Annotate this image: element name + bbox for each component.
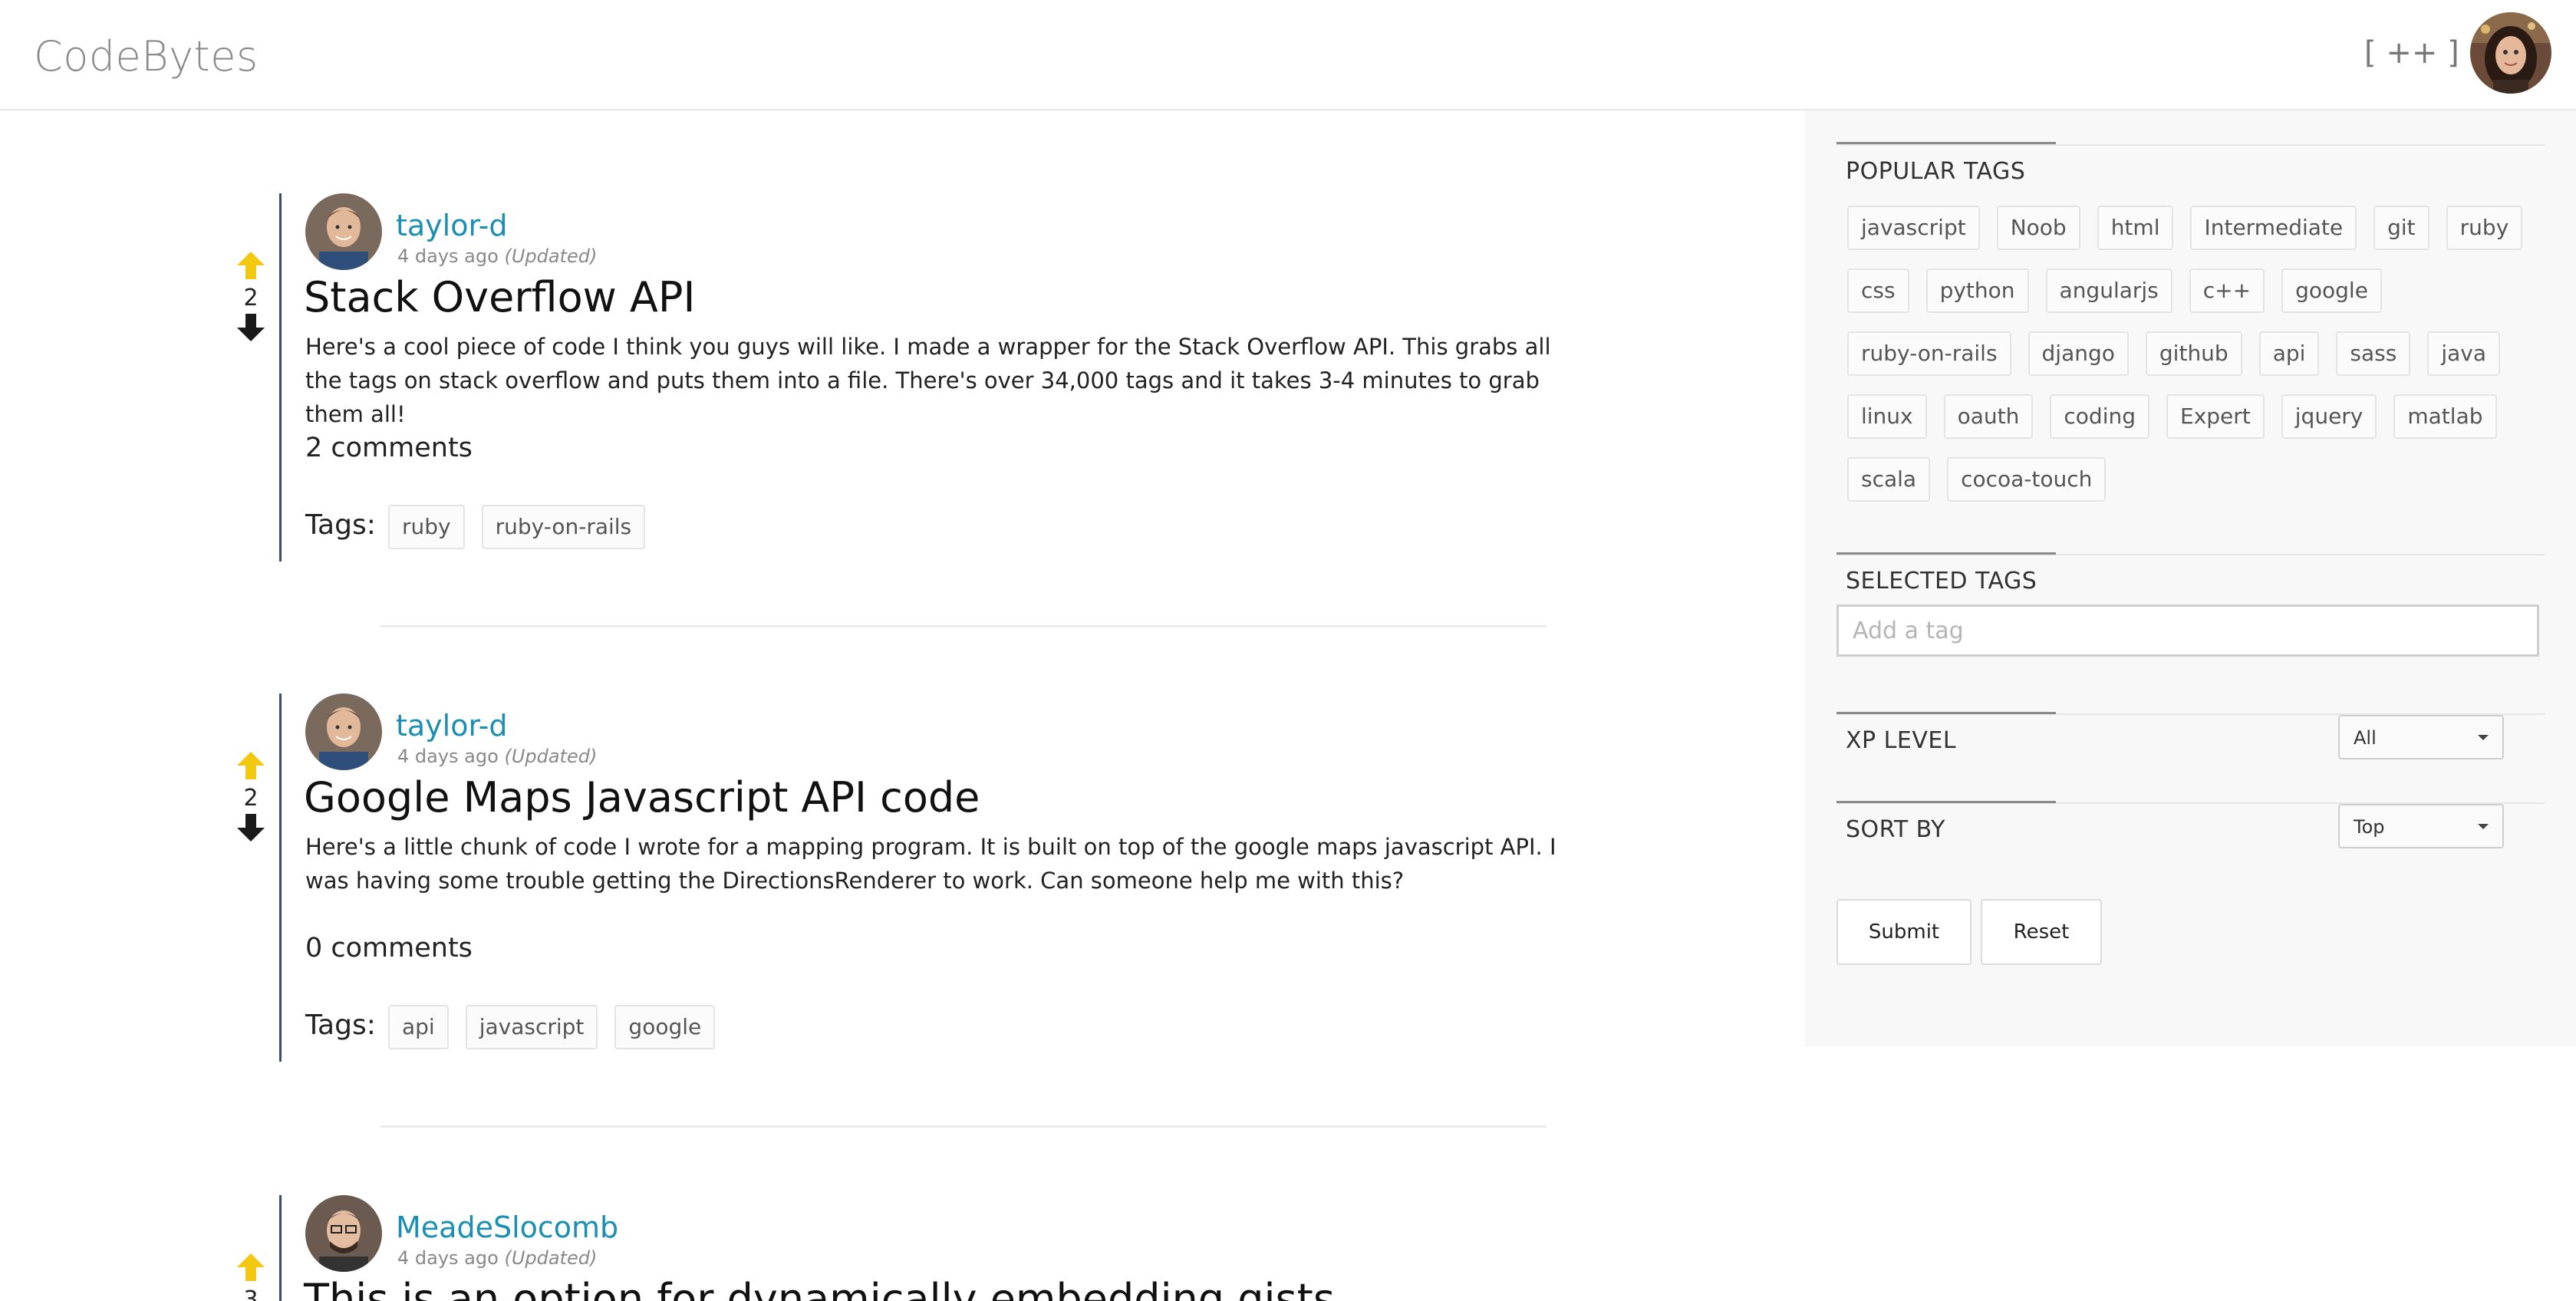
post-timestamp: 4 days ago (Updated) [397, 1247, 597, 1269]
comments-link[interactable]: 0 comments [305, 933, 473, 963]
popular-tag[interactable]: css [1847, 268, 1909, 313]
downvote-arrow-icon[interactable] [234, 312, 268, 343]
popular-tag[interactable]: html [2097, 206, 2174, 250]
updated-label: (Updated) [504, 245, 598, 267]
top-header: CodeBytes [ ++ ] [0, 0, 2576, 110]
add-tag-input[interactable] [1836, 604, 2539, 657]
xp-level-title: XP LEVEL [1846, 727, 1957, 754]
popular-tag[interactable]: api [2258, 331, 2320, 376]
popular-tag[interactable]: java [2427, 331, 2501, 376]
post-card: 2 taylor-d 4 days ago (Updated) Stack Ov… [230, 193, 1551, 562]
post-divider [380, 1125, 1547, 1128]
author-link[interactable]: MeadeSlocomb [396, 1210, 618, 1244]
sort-by-value: Top [2354, 816, 2385, 838]
brand-logo[interactable]: CodeBytes [34, 32, 259, 81]
popular-tag[interactable]: Noob [1996, 206, 2080, 250]
popular-tag[interactable]: scala [1847, 457, 1931, 502]
post-tag[interactable]: api [388, 1005, 449, 1049]
popular-tag[interactable]: google [2281, 268, 2382, 313]
tags-label: Tags: [305, 509, 376, 541]
popular-tag[interactable]: python [1925, 268, 2029, 313]
reset-button[interactable]: Reset [1981, 899, 2102, 965]
section-rule [1836, 144, 2545, 146]
caret-down-icon [2478, 824, 2489, 829]
post-tags: api javascript google [388, 1005, 732, 1068]
popular-tag[interactable]: ruby [2446, 206, 2523, 250]
tags-label: Tags: [305, 1010, 376, 1041]
popular-tag[interactable]: javascript [1847, 206, 1980, 250]
popular-tag[interactable]: c++ [2189, 268, 2265, 313]
post-accent-line [279, 193, 282, 562]
post-divider [380, 625, 1547, 627]
popular-tag[interactable]: coding [2050, 394, 2149, 439]
popular-tag[interactable]: linux [1847, 394, 1927, 439]
popular-tag[interactable]: sass [2336, 331, 2411, 376]
selected-tags-title: SELECTED TAGS [1846, 568, 2037, 595]
post-timestamp: 4 days ago (Updated) [397, 746, 597, 767]
popular-tag[interactable]: jquery [2281, 394, 2377, 439]
post-tag[interactable]: ruby-on-rails [481, 505, 646, 549]
post-title[interactable]: This is an option for dynamically embedd… [304, 1275, 1335, 1301]
updated-label: (Updated) [504, 746, 598, 767]
popular-tag[interactable]: Expert [2166, 394, 2265, 439]
author-avatar[interactable] [305, 693, 382, 770]
section-underline [1836, 552, 2056, 555]
updated-label: (Updated) [504, 1247, 598, 1269]
popular-tag[interactable]: matlab [2393, 394, 2497, 439]
popular-tag[interactable]: django [2028, 331, 2129, 376]
section-underline [1836, 801, 2056, 803]
author-avatar[interactable] [305, 193, 382, 270]
post-timestamp: 4 days ago (Updated) [397, 245, 597, 267]
popular-tag[interactable]: angularjs [2045, 268, 2172, 313]
post-accent-line [279, 1195, 282, 1301]
time-text: 4 days ago [397, 1247, 499, 1269]
post-card: 2 taylor-d 4 days ago (Updated) Google M… [230, 693, 1556, 1062]
xp-level-select[interactable]: All [2338, 715, 2504, 759]
comments-link[interactable]: 2 comments [305, 433, 473, 463]
post-tag[interactable]: ruby [388, 505, 465, 549]
upvote-arrow-icon[interactable] [234, 250, 268, 281]
time-text: 4 days ago [397, 746, 499, 767]
xp-level-value: All [2354, 727, 2377, 749]
post-accent-line [279, 693, 282, 1062]
popular-tag[interactable]: github [2145, 331, 2242, 376]
popular-tag[interactable]: Intermediate [2190, 206, 2357, 250]
post-tags: ruby ruby-on-rails [388, 505, 662, 568]
new-post-button[interactable]: [ ++ ] [2364, 35, 2459, 71]
vote-count: 3 [243, 1286, 259, 1301]
post-tag[interactable]: javascript [465, 1005, 598, 1049]
time-text: 4 days ago [397, 245, 499, 267]
vote-count: 2 [243, 785, 259, 812]
caret-down-icon [2478, 735, 2489, 740]
submit-button[interactable]: Submit [1836, 899, 1972, 965]
vote-count: 2 [243, 285, 259, 311]
popular-tag[interactable]: ruby-on-rails [1847, 331, 2011, 376]
post-body: Here's a cool piece of code I think you … [305, 334, 1551, 427]
downvote-arrow-icon[interactable] [234, 812, 268, 843]
sort-by-select[interactable]: Top [2338, 804, 2504, 848]
popular-tags-heading: POPULAR TAGS [1846, 158, 2026, 185]
upvote-arrow-icon[interactable] [234, 750, 268, 781]
sort-by-title: SORT BY [1846, 816, 1945, 843]
author-avatar[interactable] [305, 1195, 382, 1272]
popular-tag[interactable]: oauth [1943, 394, 2034, 439]
popular-tag[interactable]: cocoa-touch [1947, 457, 2107, 502]
popular-tag[interactable]: git [2373, 206, 2429, 250]
filter-sidebar: POPULAR TAGS POPULAR TAGS javascript Noo… [1804, 110, 2576, 1046]
author-link[interactable]: taylor-d [396, 209, 508, 242]
popular-tags-list: javascript Noob html Intermediate git ru… [1847, 206, 2561, 520]
post-title[interactable]: Google Maps Javascript API code [304, 773, 980, 822]
vote-widget: 3 [230, 1252, 272, 1301]
vote-widget: 2 [230, 250, 272, 347]
post-title[interactable]: Stack Overflow API [304, 273, 695, 321]
user-avatar[interactable] [2470, 12, 2551, 94]
vote-widget: 2 [230, 750, 272, 847]
post-card: 3 MeadeSlocomb 4 days ago (Updated) This… [230, 1195, 1550, 1301]
author-link[interactable]: taylor-d [396, 709, 508, 743]
post-tag[interactable]: google [614, 1005, 716, 1049]
upvote-arrow-icon[interactable] [234, 1252, 268, 1283]
section-underline [1836, 712, 2056, 714]
post-body: Here's a little chunk of code I wrote fo… [305, 834, 1556, 894]
